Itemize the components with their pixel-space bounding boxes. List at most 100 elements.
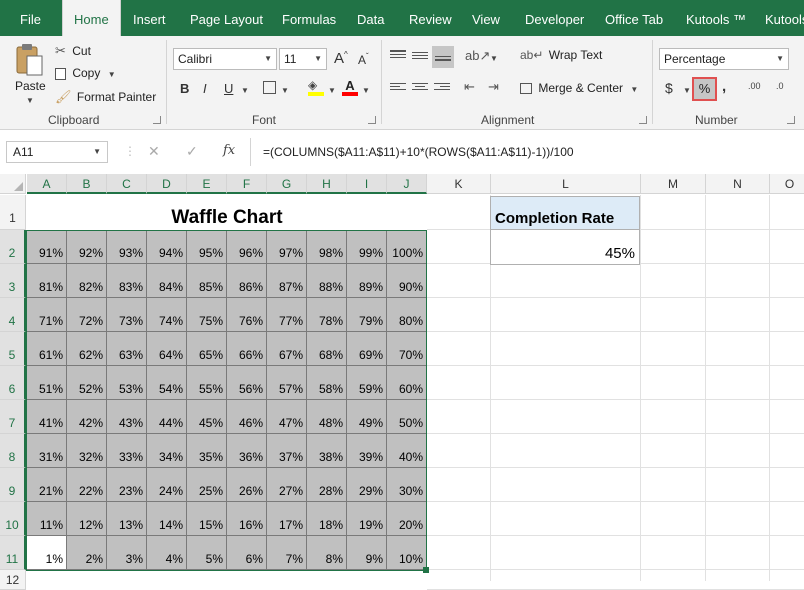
row-header-3[interactable]: 3: [0, 264, 26, 298]
waffle-cell[interactable]: 53%: [107, 366, 147, 400]
fill-color-button[interactable]: ◈: [308, 78, 324, 96]
fill-handle[interactable]: [423, 567, 429, 573]
waffle-cell[interactable]: 26%: [227, 468, 267, 502]
tab-home[interactable]: Home: [62, 0, 121, 36]
row-header-10[interactable]: 10: [0, 502, 26, 536]
column-header-h[interactable]: H: [307, 174, 347, 194]
waffle-cell[interactable]: 30%: [387, 468, 427, 502]
waffle-cell[interactable]: 67%: [267, 332, 307, 366]
tab-kutools[interactable]: Kutools ™: [686, 0, 746, 36]
waffle-cell[interactable]: 60%: [387, 366, 427, 400]
formula-input[interactable]: =(COLUMNS($A11:A$11)+10*(ROWS($A11:A$11)…: [263, 145, 574, 159]
waffle-cell[interactable]: 8%: [307, 536, 347, 570]
waffle-cell[interactable]: 70%: [387, 332, 427, 366]
align-center-icon[interactable]: [412, 83, 428, 90]
waffle-cell[interactable]: 25%: [187, 468, 227, 502]
waffle-cell[interactable]: 48%: [307, 400, 347, 434]
waffle-cell[interactable]: 85%: [187, 264, 227, 298]
waffle-cell[interactable]: 96%: [227, 230, 267, 264]
align-left-icon[interactable]: [390, 83, 406, 90]
waffle-cell[interactable]: 95%: [187, 230, 227, 264]
column-header-b[interactable]: B: [67, 174, 107, 194]
waffle-cell[interactable]: 46%: [227, 400, 267, 434]
currency-dropdown-icon[interactable]: ▼: [683, 86, 691, 95]
waffle-cell[interactable]: 43%: [107, 400, 147, 434]
increase-decimal-icon[interactable]: .00: [748, 81, 761, 91]
waffle-cell[interactable]: 99%: [347, 230, 387, 264]
copy-button[interactable]: Copy ▼: [55, 66, 116, 80]
waffle-cell[interactable]: 16%: [227, 502, 267, 536]
increase-indent-icon[interactable]: ⇥: [488, 79, 499, 95]
column-header-a[interactable]: A: [27, 174, 67, 194]
waffle-cell[interactable]: 42%: [67, 400, 107, 434]
tab-page-layout[interactable]: Page Layout: [190, 0, 263, 36]
font-color-dropdown-icon[interactable]: ▼: [362, 86, 370, 95]
waffle-cell[interactable]: 23%: [107, 468, 147, 502]
row-header-4[interactable]: 4: [0, 298, 26, 332]
tab-data[interactable]: Data: [357, 0, 384, 36]
waffle-cell[interactable]: 51%: [27, 366, 67, 400]
tab-developer[interactable]: Developer: [525, 0, 584, 36]
waffle-cell[interactable]: 38%: [307, 434, 347, 468]
waffle-cell[interactable]: 52%: [67, 366, 107, 400]
waffle-cell[interactable]: 93%: [107, 230, 147, 264]
waffle-cell[interactable]: 84%: [147, 264, 187, 298]
waffle-cell[interactable]: 98%: [307, 230, 347, 264]
waffle-cell[interactable]: 7%: [267, 536, 307, 570]
waffle-cell[interactable]: 31%: [27, 434, 67, 468]
row-header-2[interactable]: 2: [0, 230, 26, 264]
paste-button[interactable]: [14, 42, 48, 82]
waffle-cell[interactable]: 61%: [27, 332, 67, 366]
waffle-cell[interactable]: 50%: [387, 400, 427, 434]
waffle-cell[interactable]: 69%: [347, 332, 387, 366]
waffle-cell[interactable]: 12%: [67, 502, 107, 536]
borders-dropdown-icon[interactable]: ▼: [281, 86, 289, 95]
tab-formulas[interactable]: Formulas: [282, 0, 336, 36]
waffle-cell[interactable]: 19%: [347, 502, 387, 536]
waffle-cell[interactable]: 58%: [307, 366, 347, 400]
waffle-cell[interactable]: 45%: [187, 400, 227, 434]
waffle-cell[interactable]: 5%: [187, 536, 227, 570]
waffle-cell[interactable]: 86%: [227, 264, 267, 298]
waffle-cell[interactable]: 66%: [227, 332, 267, 366]
row-header-9[interactable]: 9: [0, 468, 26, 502]
waffle-cell[interactable]: 6%: [227, 536, 267, 570]
comma-style-button[interactable]: ,: [722, 78, 726, 95]
waffle-cell[interactable]: 4%: [147, 536, 187, 570]
wrap-text-button[interactable]: ab↵ Wrap Text: [520, 48, 602, 62]
waffle-chart-title[interactable]: Waffle Chart: [27, 195, 427, 229]
waffle-cell[interactable]: 3%: [107, 536, 147, 570]
insert-function-icon[interactable]: fx: [223, 143, 235, 158]
grow-font-button[interactable]: A^: [334, 50, 348, 67]
waffle-cell[interactable]: 47%: [267, 400, 307, 434]
underline-dropdown-icon[interactable]: ▼: [241, 86, 249, 95]
waffle-cell[interactable]: 14%: [147, 502, 187, 536]
paste-dropdown-icon[interactable]: ▼: [26, 96, 34, 105]
waffle-cell[interactable]: 32%: [67, 434, 107, 468]
waffle-cell[interactable]: 55%: [187, 366, 227, 400]
alignment-launcher-icon[interactable]: [639, 116, 647, 124]
borders-icon[interactable]: [263, 81, 276, 94]
bottom-align-icon[interactable]: [432, 46, 454, 68]
waffle-cell[interactable]: 44%: [147, 400, 187, 434]
waffle-cell[interactable]: 36%: [227, 434, 267, 468]
clipboard-launcher-icon[interactable]: [153, 116, 161, 124]
waffle-cell[interactable]: 27%: [267, 468, 307, 502]
merge-center-button[interactable]: Merge & Center ▼: [520, 81, 638, 95]
waffle-cell[interactable]: 64%: [147, 332, 187, 366]
select-all-corner[interactable]: [0, 174, 26, 194]
waffle-cell[interactable]: 10%: [387, 536, 427, 570]
column-header-c[interactable]: C: [107, 174, 147, 194]
waffle-cell[interactable]: 72%: [67, 298, 107, 332]
waffle-cell[interactable]: 20%: [387, 502, 427, 536]
waffle-cell[interactable]: 73%: [107, 298, 147, 332]
italic-button[interactable]: I: [203, 81, 207, 96]
enter-icon[interactable]: ✓: [186, 143, 198, 160]
middle-align-icon[interactable]: [412, 52, 428, 59]
row-header-12[interactable]: 12: [0, 570, 26, 590]
shrink-font-button[interactable]: Aˇ: [358, 52, 369, 67]
waffle-cell[interactable]: 88%: [307, 264, 347, 298]
tab-insert[interactable]: Insert: [133, 0, 166, 36]
column-header-o[interactable]: O: [770, 174, 804, 194]
top-align-icon[interactable]: [390, 50, 406, 58]
